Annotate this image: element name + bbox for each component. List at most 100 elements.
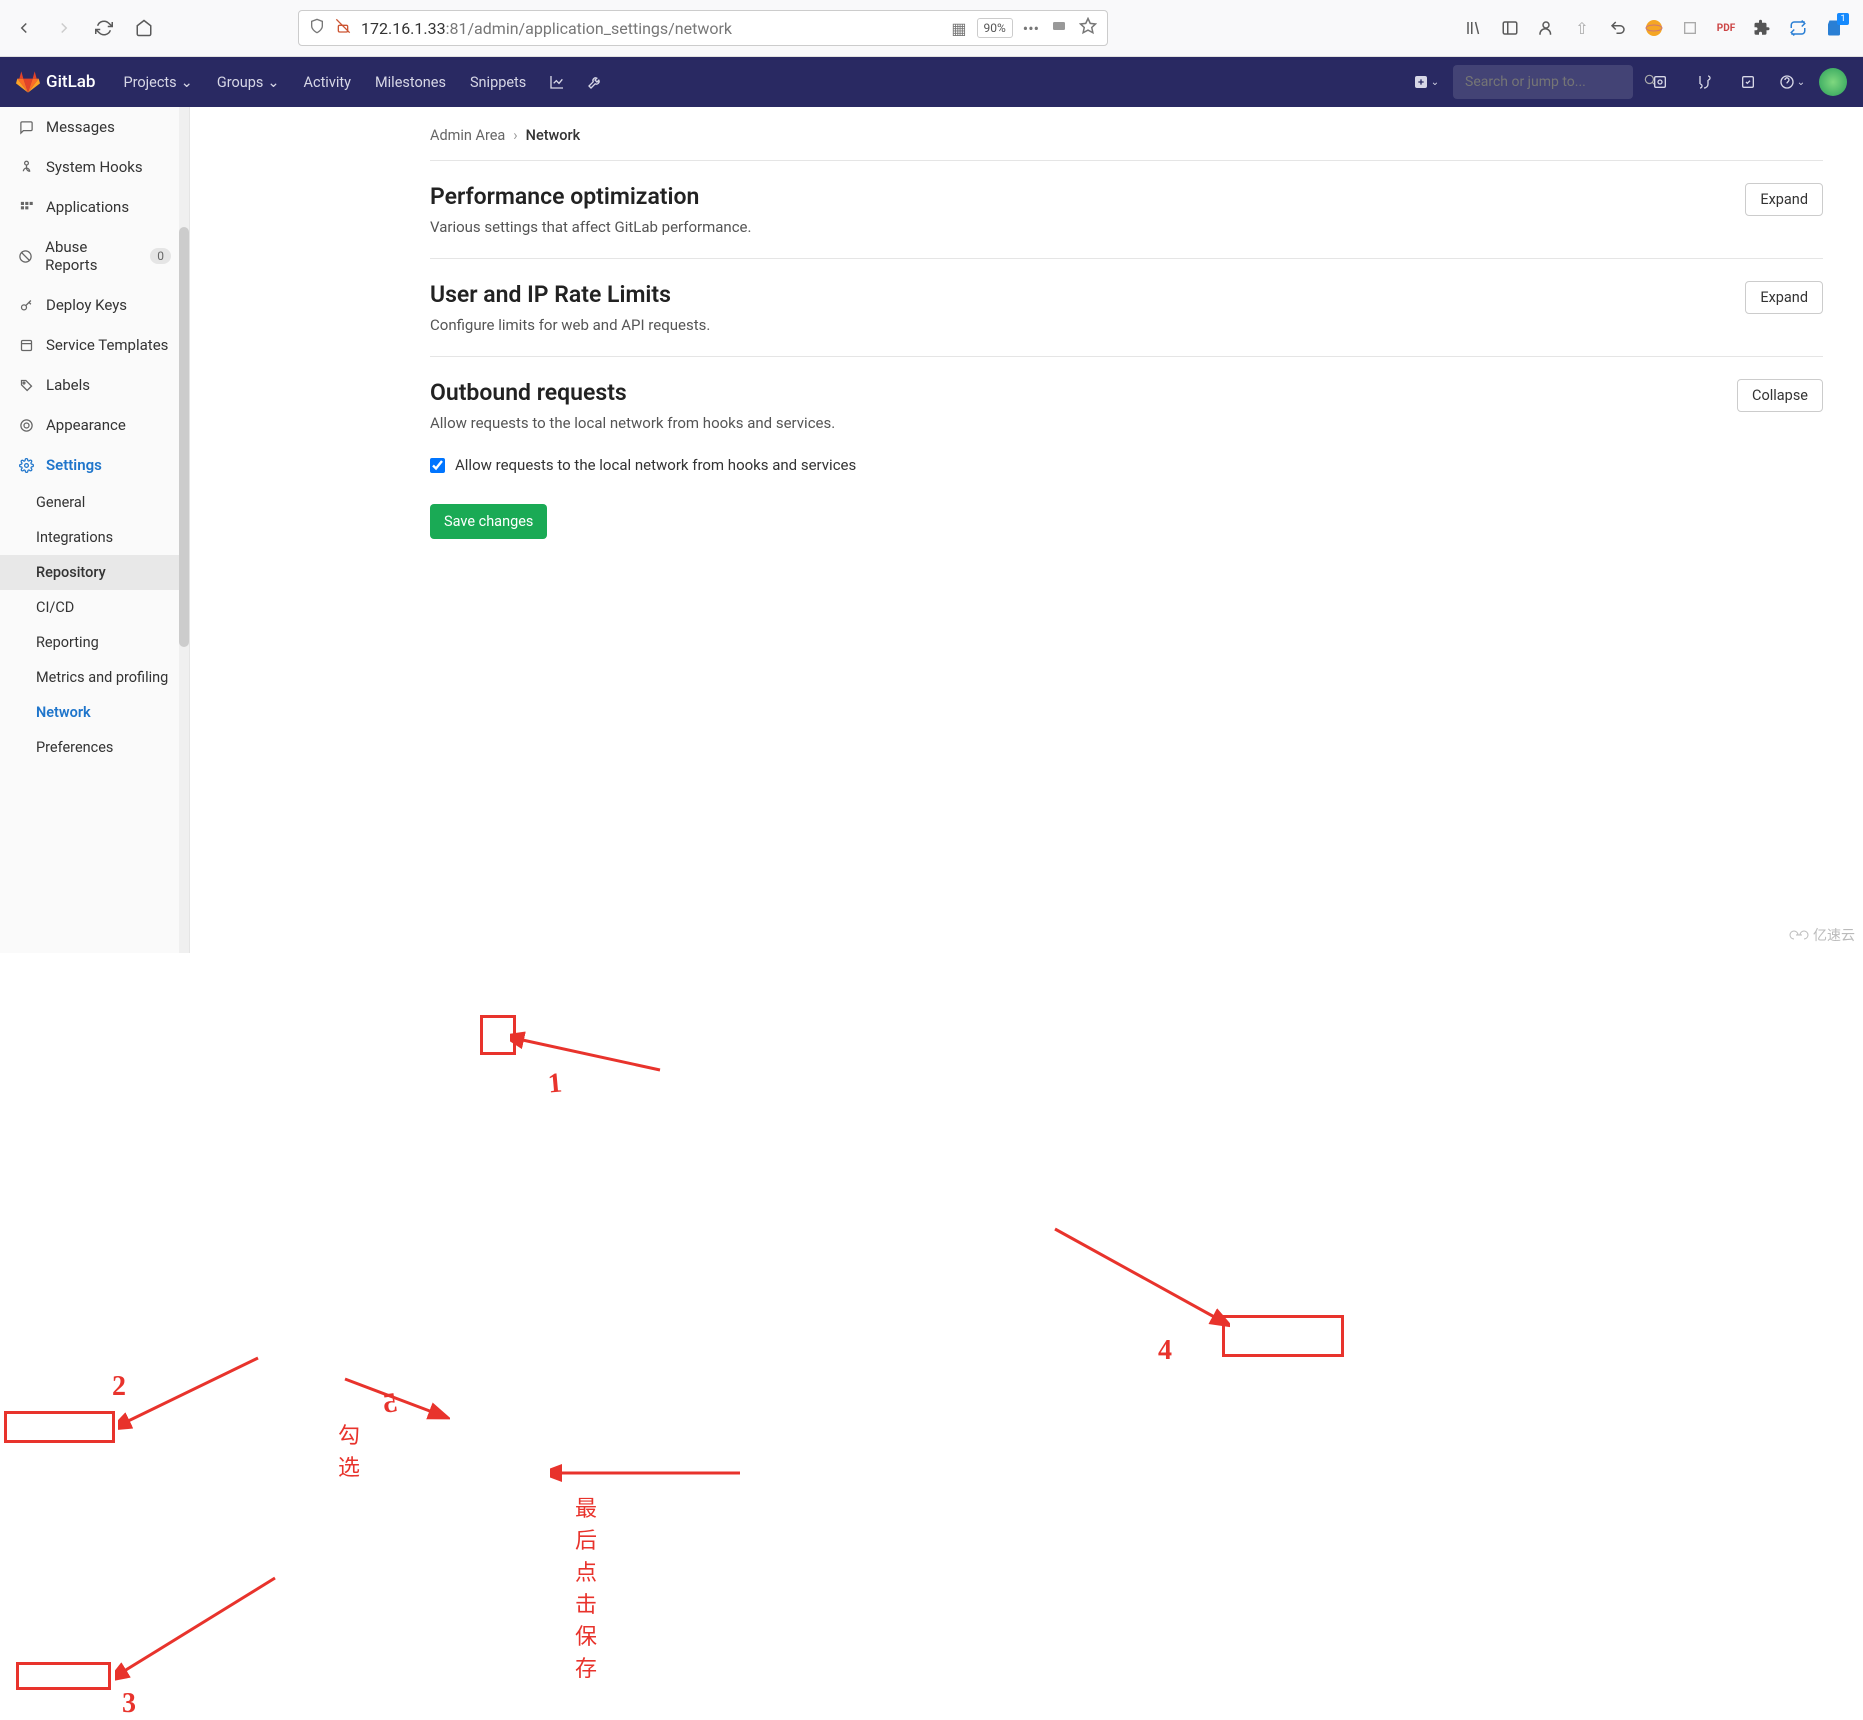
sidebar-sub-integrations[interactable]: Integrations [0,520,189,555]
reader-icon[interactable] [1051,18,1067,38]
browser-chrome: 172.16.1.33:81/admin/application_setting… [0,0,1863,57]
allow-local-network-row[interactable]: Allow requests to the local network from… [430,456,1823,474]
gitlab-logo-icon [16,70,40,94]
section-desc: Various settings that affect GitLab perf… [430,218,1745,236]
collapse-button-outbound[interactable]: Collapse [1737,379,1823,412]
search-bar[interactable] [1453,65,1633,99]
todos-icon[interactable] [1731,65,1765,99]
ext1-icon[interactable]: ⇧ [1571,17,1593,39]
sidebar-label: Appearance [46,416,126,434]
ext2-icon[interactable] [1643,17,1665,39]
account-icon[interactable] [1535,17,1557,39]
sidebar-item-labels[interactable]: Labels [0,365,189,405]
sidebar-label: Applications [46,198,129,216]
url-text: 172.16.1.33:81/admin/application_setting… [361,19,941,38]
allow-local-network-checkbox[interactable] [430,458,445,473]
user-avatar[interactable] [1819,68,1847,96]
admin-sidebar: Messages System Hooks Applications Abuse… [0,107,190,953]
sidebar-label: Messages [46,118,115,136]
hook-icon [18,160,34,175]
puzzle-icon[interactable] [1751,17,1773,39]
sidebar-sub-cicd[interactable]: CI/CD [0,590,189,625]
sidebar-label: Deploy Keys [46,296,127,314]
nav-groups[interactable]: Groups ⌄ [207,57,290,107]
sidebar-label: Service Templates [46,336,168,354]
expand-button-performance[interactable]: Expand [1745,183,1823,216]
expand-button-rate-limits[interactable]: Expand [1745,281,1823,314]
key-icon [18,298,34,313]
gear-icon [18,458,34,473]
annotation-arrow-save [550,1463,750,1483]
sidebar-label: System Hooks [46,158,143,176]
sidebar-item-deploy-keys[interactable]: Deploy Keys [0,285,189,325]
sidebar-sub-reporting[interactable]: Reporting [0,625,189,660]
sync-icon[interactable] [1787,17,1809,39]
annotation-num-4: 4 [1158,1335,1172,1367]
reload-button[interactable] [88,12,120,44]
sidebar-item-service-templates[interactable]: Service Templates [0,325,189,365]
ext4-icon[interactable]: PDF [1715,17,1737,39]
sidebar-item-messages[interactable]: Messages [0,107,189,147]
help-icon[interactable]: ⌄ [1775,65,1809,99]
search-input[interactable] [1465,74,1643,90]
section-desc: Configure limits for web and API request… [430,316,1745,334]
chevron-down-icon: ⌄ [181,74,193,91]
bag-icon[interactable]: 1 [1823,17,1845,39]
annotation-text-save: 最后点击保存 [575,1491,597,1683]
home-button[interactable] [128,12,160,44]
label-icon [18,378,34,393]
annotation-num-3: 3 [122,1688,136,1720]
save-changes-button[interactable]: Save changes [430,504,547,539]
annotation-num-2: 2 [112,1371,126,1403]
sidebar-sub-preferences[interactable]: Preferences [0,730,189,765]
annotation-arrow-3 [115,1573,285,1683]
library-icon[interactable] [1463,17,1485,39]
section-desc: Allow requests to the local network from… [430,414,1737,432]
template-icon [18,338,34,353]
back-button[interactable] [8,12,40,44]
apps-icon [18,200,34,215]
sidebar-sub-network[interactable]: Network [0,695,189,730]
issues-icon[interactable] [1643,65,1677,99]
ext3-icon[interactable] [1679,17,1701,39]
zoom-badge[interactable]: 90% [977,18,1013,38]
url-bar[interactable]: 172.16.1.33:81/admin/application_setting… [298,10,1108,46]
sidebar-item-abuse-reports[interactable]: Abuse Reports0 [0,227,189,285]
sidebar-item-appearance[interactable]: Appearance [0,405,189,445]
annotation-box-3 [16,1662,111,1690]
analytics-icon[interactable] [540,65,574,99]
chevron-down-icon: ⌄ [267,74,279,91]
section-title: Performance optimization [430,183,1745,210]
sidebar-icon[interactable] [1499,17,1521,39]
main-content: Admin Area › Network Performance optimiz… [190,107,1863,953]
nav-milestones[interactable]: Milestones [365,57,456,107]
admin-wrench-icon[interactable] [578,65,612,99]
forward-button[interactable] [48,12,80,44]
annotation-num-5: 5 [381,1387,399,1421]
sidebar-item-system-hooks[interactable]: System Hooks [0,147,189,187]
sidebar-sub-metrics[interactable]: Metrics and profiling [0,660,189,695]
merge-requests-icon[interactable] [1687,65,1721,99]
count-badge: 0 [150,248,171,264]
qr-icon[interactable]: ▦ [951,19,966,38]
sidebar-item-settings[interactable]: Settings [0,445,189,485]
gitlab-header: GitLab Projects ⌄ Groups ⌄ Activity Mile… [0,57,1863,107]
breadcrumb-root[interactable]: Admin Area [430,127,505,144]
sidebar-sub-general[interactable]: General [0,485,189,520]
watermark: 亿速云 [1789,925,1855,945]
more-icon[interactable]: ••• [1023,19,1039,38]
nav-activity[interactable]: Activity [294,57,361,107]
annotation-text-check: 勾选 [338,1418,360,1482]
gitlab-logo[interactable]: GitLab [16,70,95,94]
sidebar-sub-repository[interactable]: Repository [0,555,189,590]
nav-projects[interactable]: Projects ⌄ [113,57,202,107]
star-icon[interactable] [1079,17,1097,39]
scrollbar-thumb[interactable] [179,227,189,647]
plus-icon[interactable]: ⌄ [1409,65,1443,99]
nav-snippets[interactable]: Snippets [460,57,536,107]
sidebar-item-applications[interactable]: Applications [0,187,189,227]
abuse-icon [18,249,33,264]
undo-icon[interactable] [1607,17,1629,39]
annotation-box-4 [1222,1315,1344,1357]
section-performance: Performance optimization Various setting… [430,160,1823,258]
